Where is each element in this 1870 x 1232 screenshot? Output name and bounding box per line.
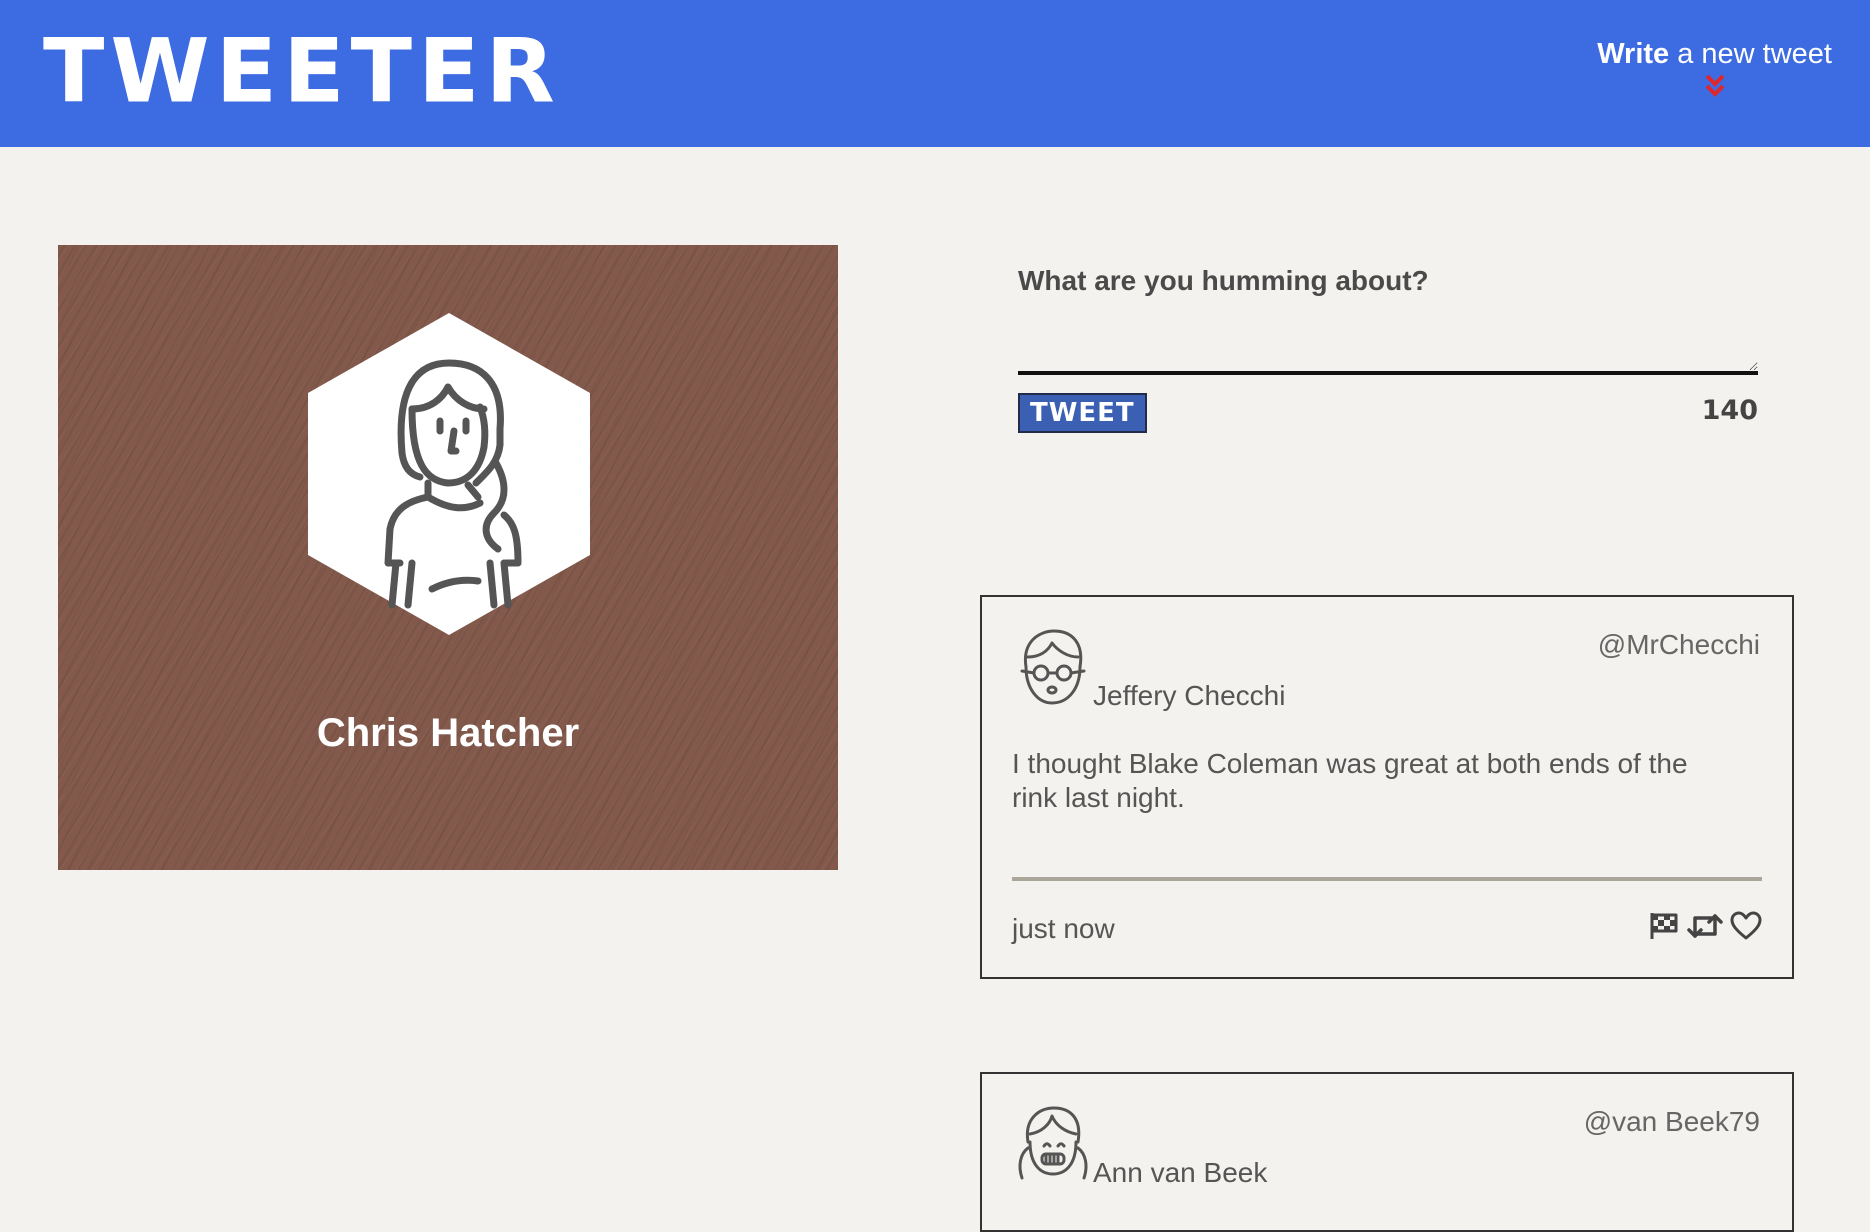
write-new-tweet-toggle[interactable]: Write a new tweet	[1597, 38, 1832, 99]
top-nav-bar: TWEETER Write a new tweet	[0, 0, 1870, 147]
tweet-submit-button[interactable]: TWEET	[1018, 393, 1147, 433]
user-avatar-icon	[308, 313, 590, 635]
tweet-author-handle: @MrChecchi	[1597, 629, 1760, 660]
retweet-icon[interactable]	[1686, 911, 1724, 941]
tweet-card: Ann van Beek @van Beek79	[980, 1072, 1794, 1232]
double-chevron-down-icon	[1705, 74, 1725, 97]
tweet-text: I thought Blake Coleman was great at bot…	[1012, 748, 1688, 813]
tweet-actions	[1648, 911, 1762, 941]
flag-icon[interactable]	[1648, 911, 1680, 941]
tweet-divider	[1012, 877, 1762, 881]
tweet-card: Jeffery Checchi @MrChecchi I thought Bla…	[980, 595, 1794, 979]
compose-toggle-bold: Write	[1597, 38, 1670, 70]
boy-glasses-avatar-icon	[1020, 629, 1086, 705]
tweet-text-input[interactable]	[1018, 327, 1758, 375]
composer-prompt-label: What are you humming about?	[1018, 265, 1429, 296]
girl-pigtails-avatar-icon	[1018, 1106, 1088, 1180]
app-logo: TWEETER	[43, 20, 561, 123]
tweet-author-name: Jeffery Checchi	[1093, 680, 1286, 711]
character-counter: 140	[1701, 395, 1758, 426]
profile-card: Chris Hatcher	[58, 245, 838, 870]
profile-name: Chris Hatcher	[316, 711, 580, 755]
tweet-author-handle: @van Beek79	[1583, 1106, 1760, 1137]
compose-toggle-text: a new tweet	[1669, 38, 1832, 70]
heart-icon[interactable]	[1730, 911, 1762, 941]
new-tweet-composer: What are you humming about? TWEET 140	[1018, 265, 1758, 435]
tweet-author-name: Ann van Beek	[1093, 1157, 1268, 1188]
composer-actions: TWEET 140	[1018, 393, 1758, 435]
tweet-timestamp: just now	[1012, 913, 1115, 944]
